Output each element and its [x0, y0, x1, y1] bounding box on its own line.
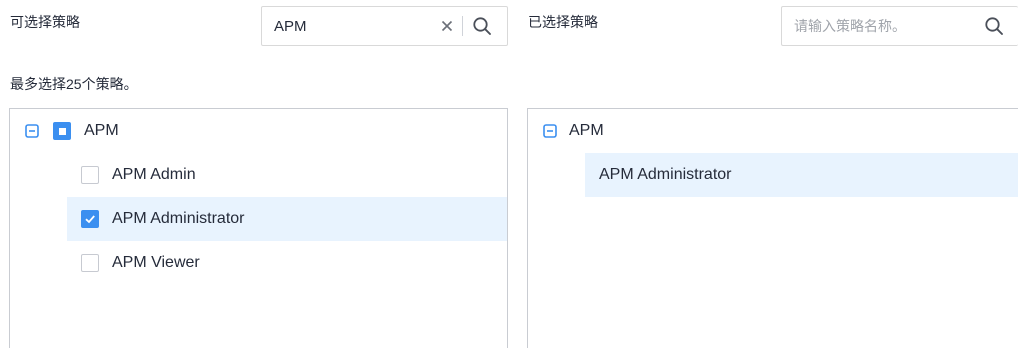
tree-group-row[interactable]: APM — [528, 109, 1018, 153]
selected-search-box — [781, 6, 1018, 46]
item-label: APM Admin — [112, 166, 196, 183]
item-checkbox[interactable] — [81, 166, 99, 184]
search-icon[interactable] — [977, 7, 1011, 45]
available-tree-panel: APM APM Admin APM Administrator APM View… — [9, 108, 508, 348]
tree-item-row[interactable]: APM Admin — [10, 153, 507, 197]
selected-tree-panel: APM APM Administrator — [527, 108, 1018, 348]
item-checkbox[interactable] — [81, 254, 99, 272]
search-icon[interactable] — [463, 7, 501, 45]
tree-item-row[interactable]: APM Viewer — [10, 241, 507, 285]
group-checkbox[interactable] — [53, 122, 71, 140]
policy-transfer: 可选择策略 最多选择25个策略。 — [0, 0, 1018, 348]
close-icon[interactable] — [432, 7, 462, 45]
item-label: APM Administrator — [112, 210, 245, 227]
max-selection-hint: 最多选择25个策略。 — [10, 76, 138, 92]
item-label: APM Administrator — [599, 166, 732, 183]
selected-search-input[interactable] — [782, 7, 977, 45]
available-search-input[interactable] — [262, 7, 432, 45]
tree-group-row[interactable]: APM — [10, 109, 507, 153]
checkmark-icon — [85, 215, 95, 224]
selected-policies-label: 已选择策略 — [528, 14, 598, 30]
available-policies-label: 可选择策略 — [10, 14, 80, 30]
tree-item-row[interactable]: APM Administrator — [585, 153, 1018, 197]
item-label: APM Viewer — [112, 254, 200, 271]
tree-item-row[interactable]: APM Administrator — [67, 197, 507, 241]
minus-square-icon[interactable] — [543, 124, 557, 138]
minus-square-icon[interactable] — [25, 124, 39, 138]
group-label: APM — [569, 122, 604, 139]
available-search-box — [261, 6, 508, 46]
group-label: APM — [84, 122, 119, 139]
item-checkbox[interactable] — [81, 210, 99, 228]
